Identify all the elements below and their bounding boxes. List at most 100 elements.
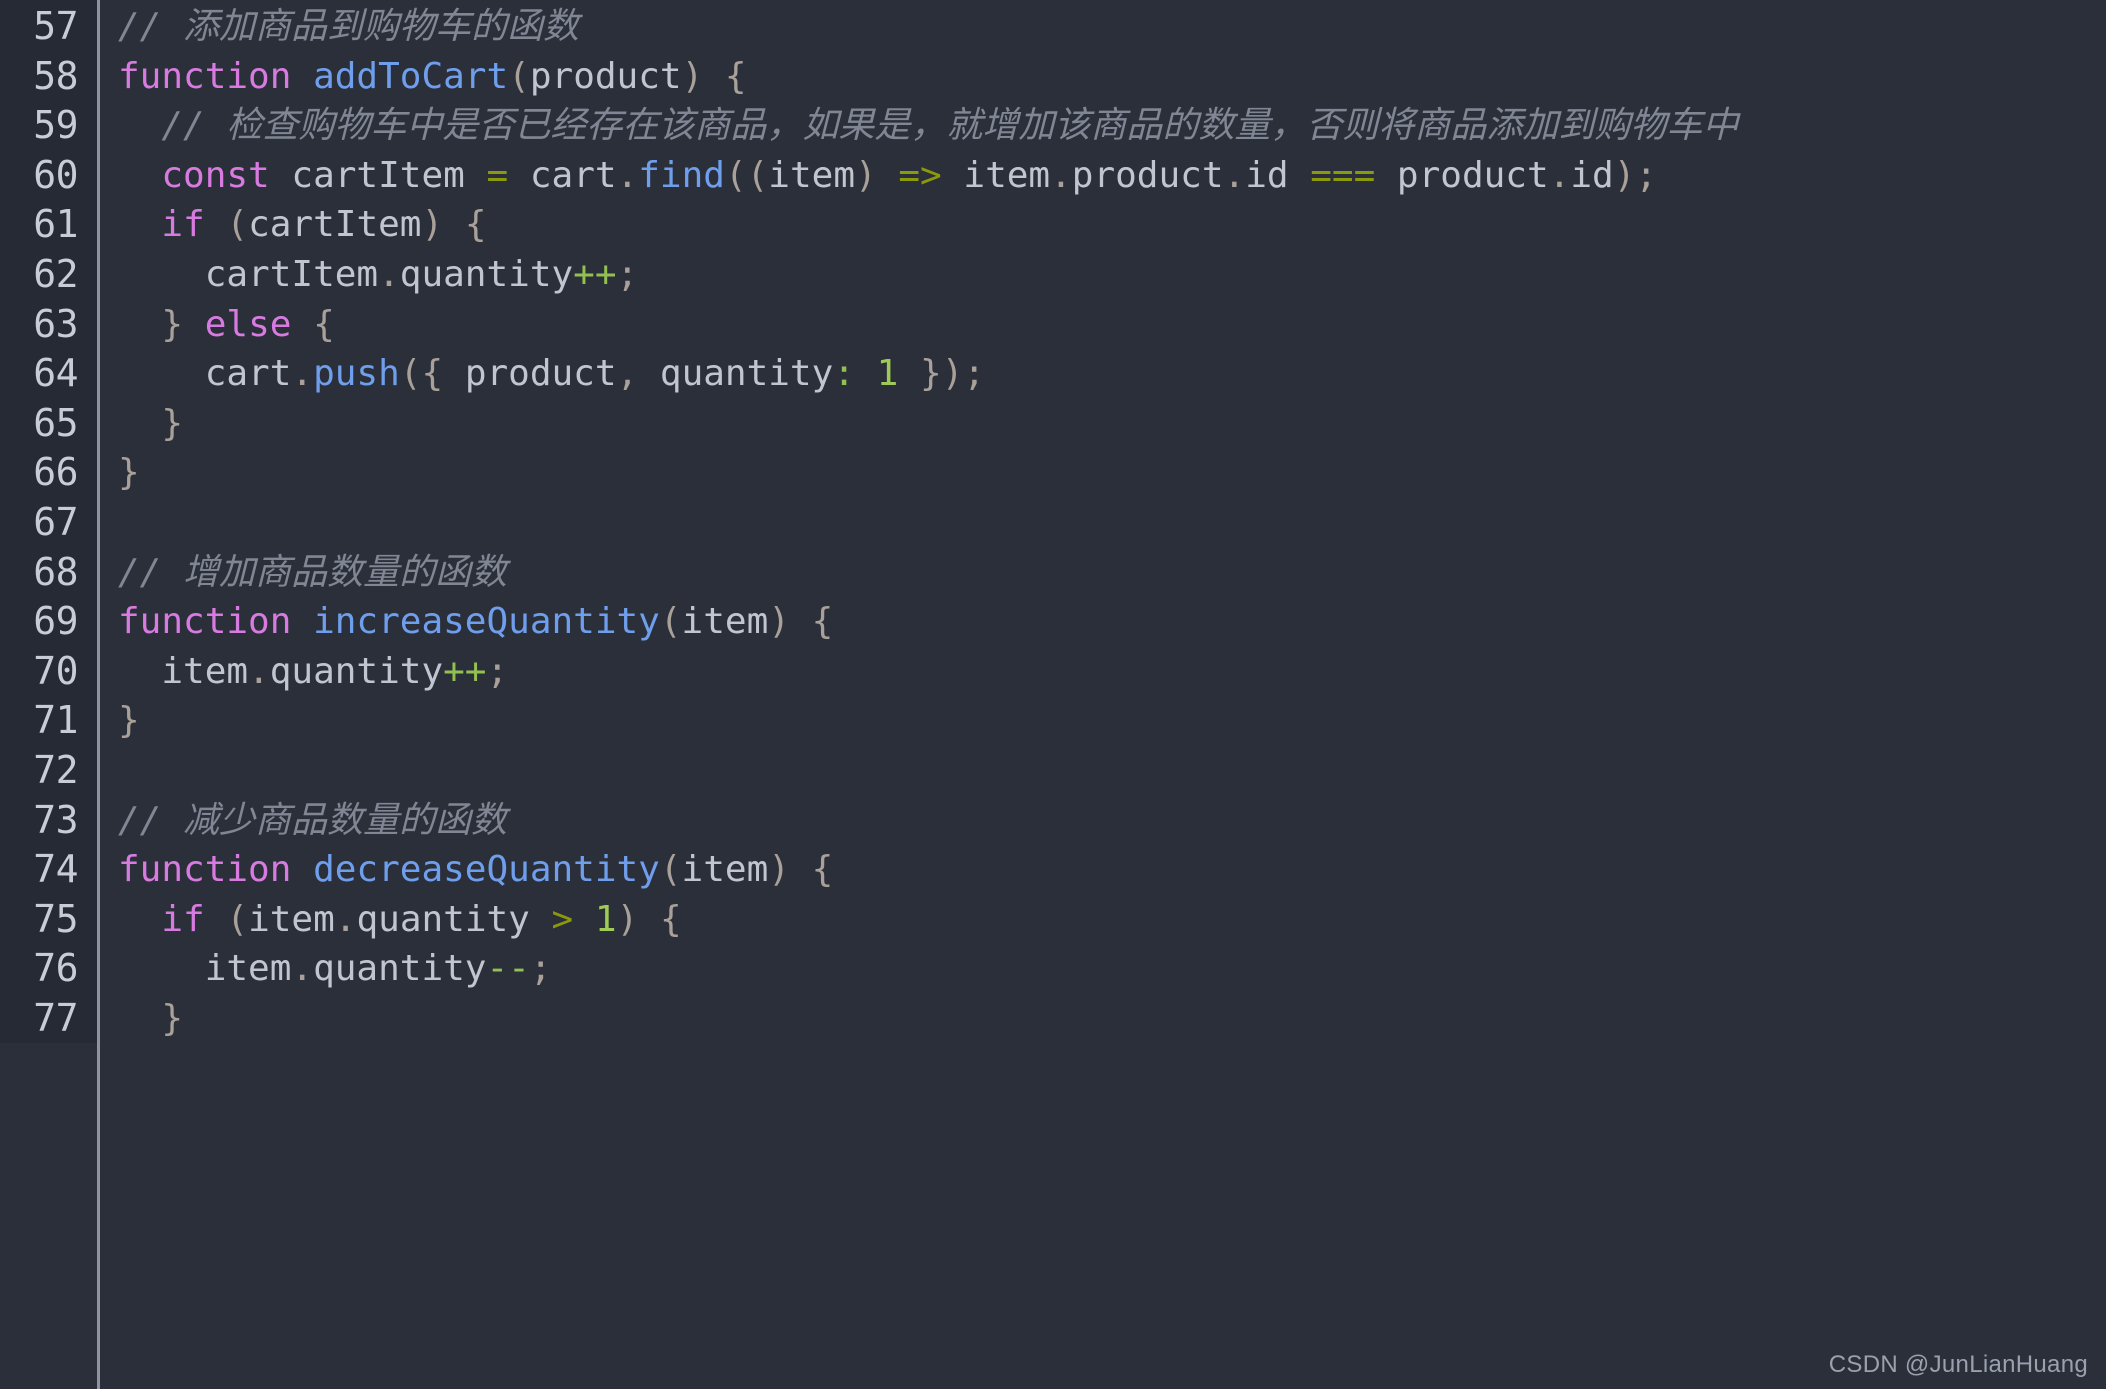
code-line[interactable]: // 减少商品数量的函数 — [118, 796, 2106, 846]
code-token-plain: item — [248, 898, 335, 940]
line-number: 77 — [33, 995, 78, 1040]
code-token-plain: quantity — [638, 353, 834, 395]
code-line[interactable] — [118, 746, 2106, 796]
code-token-punct: . — [1548, 154, 1571, 196]
code-token-keyword: else — [204, 303, 292, 345]
code-line[interactable]: } — [118, 696, 2106, 746]
code-token-number: 1 — [594, 898, 617, 940]
line-number: 59 — [33, 103, 78, 148]
code-line[interactable]: } — [118, 994, 2106, 1044]
code-token-plain: cart — [118, 353, 292, 395]
code-token-plain: product — [443, 353, 617, 395]
line-number: 67 — [33, 499, 78, 544]
code-token-comment: // 增加商品数量的函数 — [118, 551, 508, 593]
code-line[interactable]: item.quantity++; — [118, 647, 2106, 697]
code-line[interactable]: const cartItem = cart.find((item) => ite… — [118, 151, 2106, 201]
code-token-op: > — [551, 898, 574, 940]
line-number: 76 — [33, 946, 78, 991]
code-token-plain: item — [681, 601, 769, 643]
line-number: 60 — [33, 152, 78, 197]
code-token-punct: . — [248, 650, 270, 692]
code-token-punct: . — [1223, 154, 1246, 196]
code-token-func: push — [313, 353, 400, 395]
code-token-func: find — [638, 154, 725, 196]
code-token-plain: item — [941, 154, 1051, 196]
code-token-punct: ) { — [681, 55, 747, 97]
code-token-punct: ; — [529, 948, 552, 990]
csdn-watermark: CSDN @JunLianHuang — [1828, 1351, 2088, 1378]
code-editor[interactable]: 57 58 59 60 61 62 63 64 65 66 67 68 69 70 71 72 73 74 75 76… — [0, 0, 2106, 1389]
code-token-plain: cartItem — [248, 204, 422, 246]
code-line[interactable]: // 添加商品到购物车的函数 — [118, 2, 2106, 52]
code-token-comment: // 减少商品数量的函数 — [118, 799, 508, 841]
line-number: 75 — [33, 896, 78, 941]
code-token-punct: . — [291, 353, 314, 395]
code-token-punct: ({ — [399, 353, 444, 395]
code-token-punct: ) { — [421, 204, 487, 246]
code-line[interactable]: if (cartItem) { — [118, 200, 2106, 250]
line-number: 69 — [33, 599, 78, 644]
code-line[interactable]: // 检查购物车中是否已经存在该商品，如果是，就增加该商品的数量，否则将商品添加… — [118, 101, 2106, 151]
code-token-plain: product — [1071, 154, 1224, 196]
code-token-keyword: const — [161, 154, 270, 196]
code-line[interactable]: } — [118, 399, 2106, 449]
line-number: 70 — [33, 648, 78, 693]
code-line[interactable]: if (item.quantity > 1) { — [118, 895, 2106, 945]
code-line[interactable]: } — [118, 448, 2106, 498]
code-content-area[interactable]: // 添加商品到购物车的函数 function addToCart(product… — [100, 0, 2106, 1044]
code-line[interactable]: item.quantity--; — [118, 944, 2106, 994]
code-line[interactable]: function decreaseQuantity(item) { — [118, 845, 2106, 895]
line-number: 68 — [33, 549, 78, 594]
code-token-punct: ; — [616, 253, 639, 295]
line-number: 74 — [33, 847, 78, 892]
code-token-plain: item — [118, 650, 249, 692]
code-token-punct: . — [291, 948, 314, 990]
code-line[interactable]: // 增加商品数量的函数 — [118, 548, 2106, 598]
line-number: 66 — [33, 450, 78, 495]
code-token-keyword: function — [118, 849, 292, 891]
code-token-punct: . — [378, 253, 400, 295]
code-token-plain: id — [1245, 154, 1311, 196]
code-token-keyword: if — [161, 898, 205, 940]
code-line[interactable]: function increaseQuantity(item) { — [118, 597, 2106, 647]
code-token-plain: cart — [508, 154, 617, 196]
code-token-plain: product — [529, 55, 682, 97]
code-token-op: = — [486, 154, 509, 196]
line-number: 58 — [33, 53, 78, 98]
line-number: 65 — [33, 400, 78, 445]
code-token-plain: cartItem — [118, 253, 379, 295]
code-token-plain: item — [768, 154, 855, 196]
code-token-punct: (( — [724, 154, 769, 196]
code-token-plain: quantity — [269, 650, 444, 692]
code-token-punct: , — [616, 353, 639, 395]
code-token-punct: ( — [659, 849, 682, 891]
code-line[interactable]: function addToCart(product) { — [118, 52, 2106, 102]
code-line[interactable]: } else { — [118, 300, 2106, 350]
code-token-keyword: function — [118, 601, 292, 643]
code-line[interactable]: cartItem.quantity++; — [118, 250, 2106, 300]
code-token-comment: // 添加商品到购物车的函数 — [118, 6, 580, 47]
code-token-comment: // 检查购物车中是否已经存在该商品，如果是，就增加该商品的数量，否则将商品添加… — [161, 105, 1739, 147]
code-token-plain: cartItem — [269, 154, 487, 196]
code-line[interactable] — [118, 498, 2106, 548]
code-token-number: 1 — [876, 353, 899, 395]
code-token-punct: ) { — [616, 898, 682, 940]
code-token-func: increaseQuantity — [313, 601, 660, 643]
code-token-punct: ); — [1613, 154, 1658, 196]
code-token-punct: ( — [204, 204, 249, 246]
code-token-plain: quantity — [356, 898, 552, 940]
code-line[interactable]: cart.push({ product, quantity: 1 }); — [118, 349, 2106, 399]
code-token-punct: ; — [486, 650, 509, 692]
code-token-plain: id — [1570, 154, 1614, 196]
code-token-op2: ++ — [443, 650, 487, 692]
line-number-gutter: 57 58 59 60 61 62 63 64 65 66 67 68 69 70 71 72 73 74 75 76… — [0, 0, 100, 1389]
code-token-plain: quantity — [313, 948, 487, 990]
code-token-op2: -- — [486, 948, 530, 990]
